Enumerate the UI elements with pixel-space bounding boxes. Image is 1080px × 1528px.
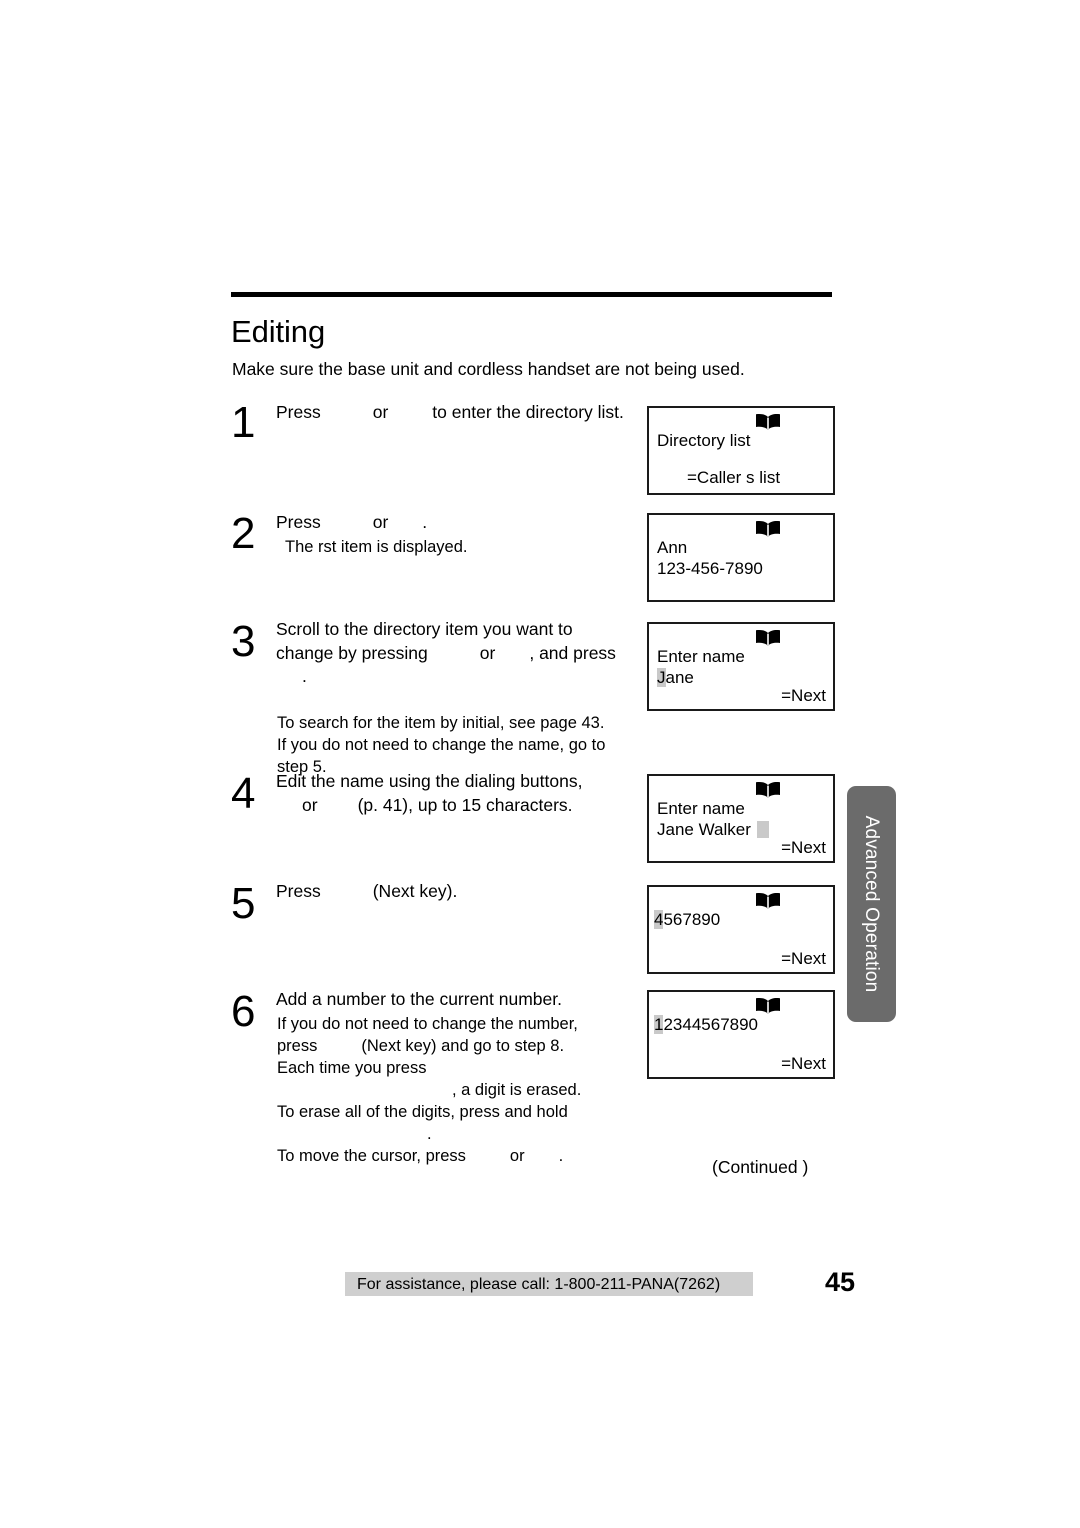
continued-note: (Continued ) <box>712 1157 809 1177</box>
step-number-5: 5 <box>231 879 256 928</box>
page-number: 45 <box>825 1267 856 1297</box>
lcd-line-2: Jane <box>657 667 694 688</box>
step-2-sub-1-text: The rst item is displayed. <box>285 538 468 556</box>
step-6-sub-2b: (Next key) and go to step 8. <box>361 1037 565 1055</box>
step-1-text: Press or to enter the directory list. <box>276 400 646 425</box>
step-5-lead-b: (Next key). <box>372 881 458 901</box>
lcd-display-first-item: Ann 123-456-7890 <box>647 513 835 602</box>
lcd-line-1-rest: 567890 <box>663 910 721 929</box>
step-6-sub-7c: . <box>558 1147 564 1165</box>
step-6-sub: If you do not need to change the number,… <box>277 1013 677 1167</box>
side-tab-advanced-operation: Advanced Operation <box>847 786 896 1022</box>
book-icon <box>756 413 780 430</box>
lcd-line-1-rest: 2344567890 <box>663 1015 759 1034</box>
step-3-sub-2: If you do not need to change the name, g… <box>277 736 606 754</box>
step-3-lead-d: , and press <box>529 642 616 663</box>
lcd-next-label: =Next <box>781 1054 826 1073</box>
step-5-lead-a: Press <box>276 881 321 901</box>
lcd-display-number-4567890: 4567890 =Next <box>647 885 835 974</box>
lcd-line-1: Directory list <box>657 431 751 450</box>
step-6-sub-2a: press <box>277 1037 318 1055</box>
lcd-cursor-block <box>756 821 769 838</box>
step-6-sub-6: . <box>427 1125 432 1143</box>
step-1-lead-c: to enter the directory list. <box>432 402 624 422</box>
lcd-line-2-rest: ane <box>665 668 694 687</box>
lcd-cursor-char: J <box>657 668 666 687</box>
step-6-sub-7: To move the cursor, press or. <box>277 1145 677 1167</box>
lcd-line-1: 4567890 <box>654 909 720 930</box>
step-6-text: Add a number to the current number. <box>276 988 656 1012</box>
step-3-text: Scroll to the directory item you want to… <box>276 618 646 689</box>
step-6-sub-4-row: , a digit is erased. <box>277 1079 677 1101</box>
step-3-lead-b: change by pressing <box>276 642 428 663</box>
lcd-line-1: Ann <box>657 538 688 557</box>
step-4-lead-c: (p. 41), up to 15 characters. <box>357 794 573 815</box>
step-3-lead-c: or <box>479 642 496 663</box>
step-6-sub-2: press (Next key) and go to step 8. <box>277 1035 677 1057</box>
step-6-sub-3: Each time you press <box>277 1059 427 1077</box>
step-3-lead-a: Scroll to the directory item you want to <box>276 619 573 639</box>
step-2-text: Press or. <box>276 510 646 535</box>
lcd-line-2-text: Jane Walker <box>657 820 751 839</box>
step-number-6: 6 <box>231 987 256 1036</box>
step-number-1: 1 <box>231 398 256 447</box>
step-6-sub-4: , a digit is erased. <box>452 1081 582 1099</box>
step-number-3: 3 <box>231 617 256 666</box>
lcd-display-directory-list: Directory list =Caller s list <box>647 406 835 495</box>
book-icon <box>756 520 780 537</box>
lcd-line-1: Enter name <box>657 799 745 818</box>
step-6-lead-a: Add a number to the current number. <box>276 989 562 1009</box>
lcd-display-enter-name-jane: Enter name Jane =Next <box>647 622 835 711</box>
lcd-display-number-12344567890: 12344567890 =Next <box>647 990 835 1079</box>
lcd-next-label: =Next <box>781 949 826 968</box>
step-6-sub-7a: To move the cursor, press <box>277 1147 466 1165</box>
step-5-text: Press (Next key). <box>276 880 646 904</box>
footer-assistance-text: For assistance, please call: 1-800-211-P… <box>357 1276 721 1293</box>
step-2-lead-b: or <box>372 512 389 532</box>
step-6-sub-6-row: . <box>277 1123 677 1145</box>
step-4-lead-a: Edit the name using the dialing buttons, <box>276 771 583 791</box>
step-2-lead-c: . <box>422 512 428 532</box>
lcd-line-2: 123-456-7890 <box>657 559 763 578</box>
lcd-next-label: =Next <box>781 686 826 705</box>
manual-page: Editing Make sure the base unit and cord… <box>0 0 1080 1528</box>
step-1-lead-a: Press <box>276 402 321 422</box>
section-intro: Make sure the base unit and cordless han… <box>232 359 745 379</box>
step-3-lead-e: . <box>302 666 307 686</box>
step-3-sub: To search for the item by initial, see p… <box>277 712 657 778</box>
lcd-display-enter-name-jane-walker: Enter name Jane Walker =Next <box>647 774 835 863</box>
lcd-line-2: Jane Walker <box>657 819 769 840</box>
step-6-sub-1: If you do not need to change the number, <box>277 1015 578 1033</box>
book-icon <box>756 781 780 798</box>
step-3-sub-1: To search for the item by initial, see p… <box>277 714 605 732</box>
step-2-lead-a: Press <box>276 512 321 532</box>
book-icon <box>756 629 780 646</box>
step-4-lead-b: or <box>302 794 318 815</box>
side-tab-label: Advanced Operation <box>861 815 882 993</box>
step-6-sub-7b: or <box>509 1147 525 1165</box>
step-6-sub-5: To erase all of the digits, press and ho… <box>277 1103 568 1121</box>
lcd-line-1: 12344567890 <box>654 1014 758 1035</box>
header-rule <box>231 292 832 297</box>
step-2-sub-1: The rst item is displayed. <box>285 536 655 558</box>
lcd-next-label: =Next <box>781 838 826 857</box>
book-icon <box>756 892 780 909</box>
lcd-caller-list: =Caller s list <box>687 468 781 487</box>
book-icon <box>756 997 780 1014</box>
step-number-4: 4 <box>231 769 256 818</box>
page-title: Editing <box>231 314 326 349</box>
step-number-2: 2 <box>231 509 256 558</box>
lcd-line-1: Enter name <box>657 647 745 666</box>
step-1-lead-b: or <box>372 402 389 422</box>
step-4-text: Edit the name using the dialing buttons,… <box>276 770 646 817</box>
